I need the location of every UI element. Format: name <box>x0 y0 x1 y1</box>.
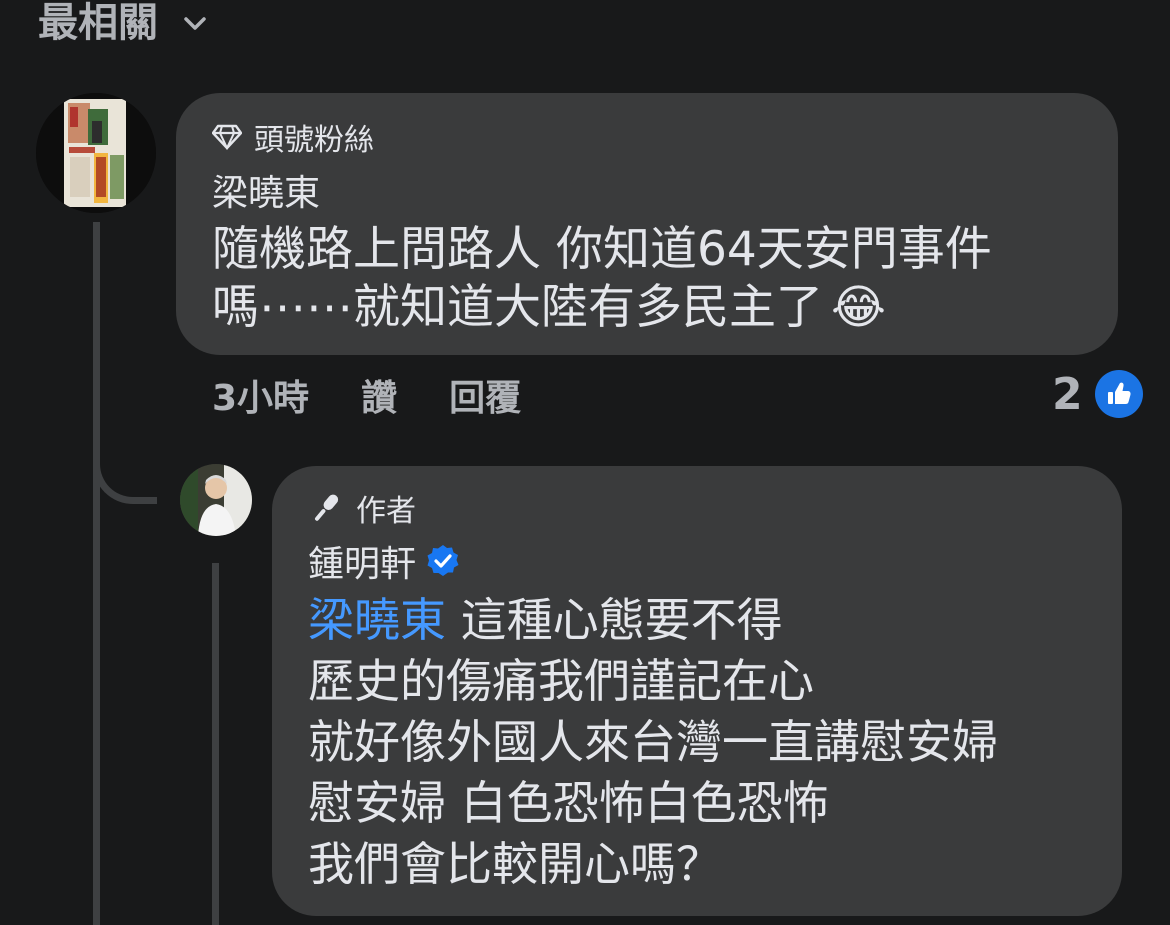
reply-bubble: 作者 鍾明軒 梁曉東 這種心態要不得 歷史的傷痛我們謹記在心 就好像外國人來台灣… <box>272 466 1122 916</box>
sort-label: 最相關 <box>38 0 158 46</box>
reply-thread-line <box>212 563 219 925</box>
like-button[interactable]: 讚 <box>361 369 397 421</box>
avatar-image <box>36 93 156 213</box>
reply-author[interactable]: 鍾明軒 <box>308 538 1086 585</box>
comment-text-line: 隨機路上問路人 你知道64天安門事件 <box>212 222 992 277</box>
comment-text: 隨機路上問路人 你知道64天安門事件 嗎⋯⋯就知道大陸有多民主了 😂 <box>212 221 1082 337</box>
author-badge[interactable]: 作者 <box>308 488 1086 529</box>
reply-text-line: 就好像外國人來台灣一直講慰安婦 <box>308 715 998 769</box>
thread-line <box>93 222 100 925</box>
like-icon <box>1094 370 1143 418</box>
commenter-avatar[interactable] <box>36 93 156 213</box>
mention-link[interactable]: 梁曉東 <box>308 593 446 647</box>
comment-text-line: 嗎⋯⋯就知道大陸有多民主了 <box>212 280 823 335</box>
reply-text-line: 這種心態要不得 <box>446 593 783 647</box>
avatar-image <box>180 464 252 536</box>
reply-author-avatar[interactable] <box>180 464 252 536</box>
reply-text-line: 歷史的傷痛我們謹記在心 <box>308 654 814 708</box>
reply-text: 梁曉東 這種心態要不得 歷史的傷痛我們謹記在心 就好像外國人來台灣一直講慰安婦 … <box>308 590 1086 895</box>
reply-text-line: 我們會比較開心嗎？ <box>308 837 722 891</box>
comment-timestamp[interactable]: 3小時 <box>212 369 309 421</box>
microphone-icon <box>315 494 339 521</box>
verified-badge-icon <box>427 545 459 576</box>
laughing-emoji: 😂 <box>831 280 886 335</box>
reaction-count: 2 <box>1052 368 1083 420</box>
reply-text-line: 慰安婦 白色恐怖白色恐怖 <box>308 776 829 830</box>
thread-connector <box>93 430 157 504</box>
top-fan-badge[interactable]: 頭號粉絲 <box>212 117 1082 158</box>
reaction-summary[interactable]: 2 <box>1052 366 1143 422</box>
chevron-down-icon <box>184 17 206 30</box>
comment-bubble: 頭號粉絲 梁曉東 隨機路上問路人 你知道64天安門事件 嗎⋯⋯就知道大陸有多民主… <box>176 93 1118 355</box>
diamond-icon <box>212 124 242 150</box>
author-name: 鍾明軒 <box>308 544 417 585</box>
badge-label: 頭號粉絲 <box>254 123 374 158</box>
badge-label: 作者 <box>356 494 416 529</box>
comment-actions: 3小時 讚 回覆 <box>212 370 521 420</box>
comment-author[interactable]: 梁曉東 <box>212 167 1082 214</box>
author-name: 梁曉東 <box>212 173 321 214</box>
sort-selector[interactable]: 最相關 <box>38 0 210 46</box>
reply-button[interactable]: 回覆 <box>449 369 521 421</box>
